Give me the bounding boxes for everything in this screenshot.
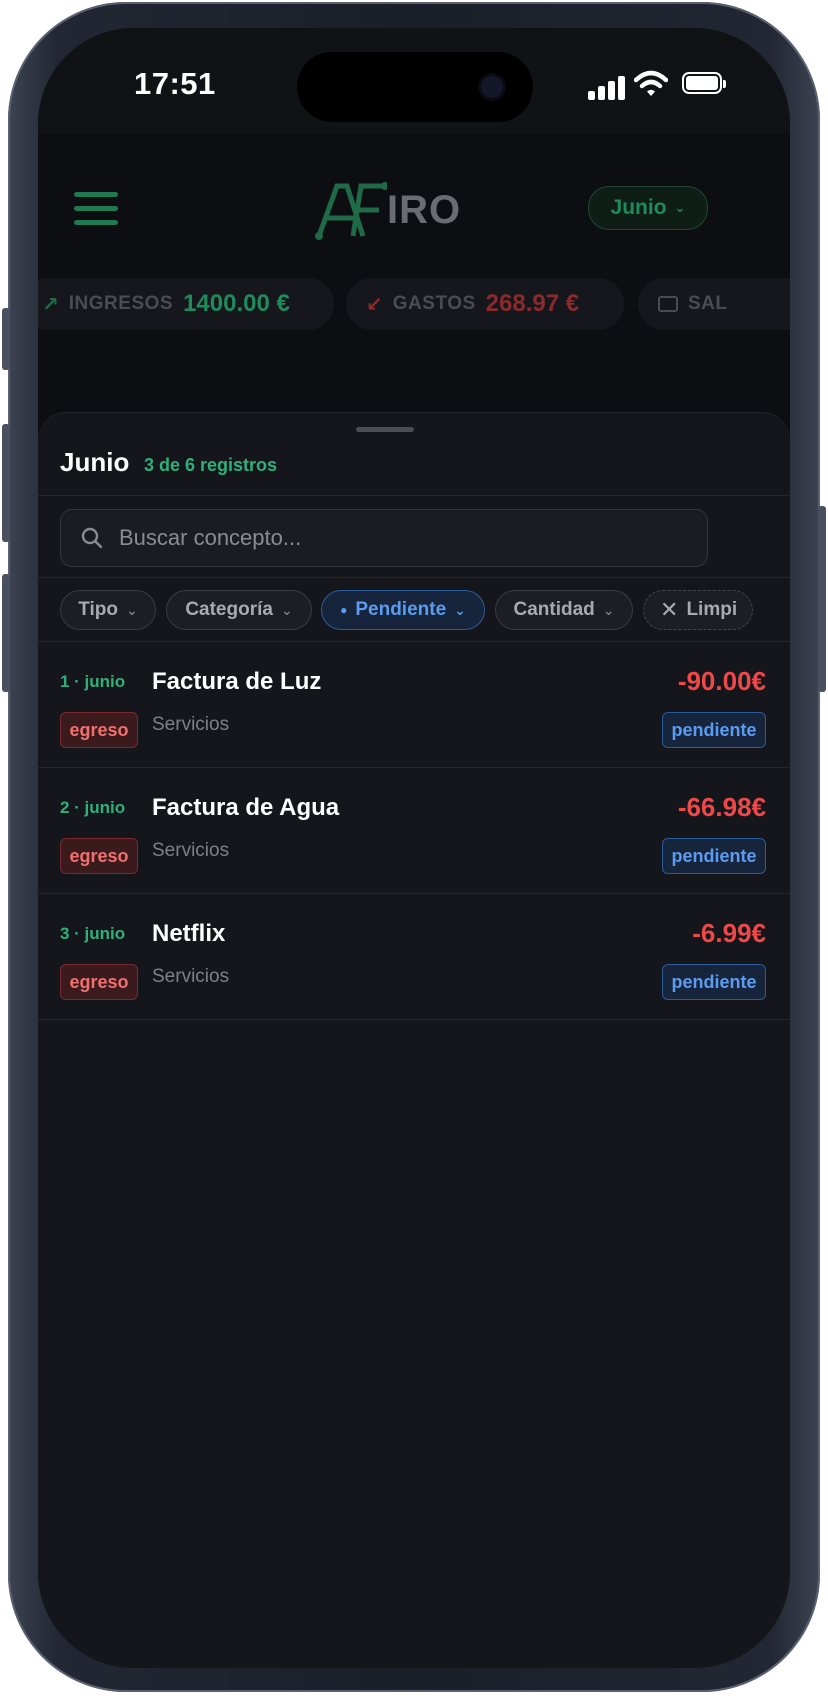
status-badge: pendiente xyxy=(662,964,766,1000)
arrow-up-right-icon: ↗ xyxy=(42,293,59,316)
sheet-grabber[interactable] xyxy=(356,427,414,432)
status-badge: pendiente xyxy=(662,712,766,748)
action-button xyxy=(2,308,10,370)
sheet-title: Junio xyxy=(60,447,130,477)
chevron-down-icon: ⌄ xyxy=(280,601,293,618)
chevron-down-icon: ⌄ xyxy=(602,601,615,618)
record-row[interactable]: 1 · junio Factura de Luz egreso Servicio… xyxy=(38,642,790,767)
screen: 17:51 IRO Junio ⌄ ↗ INGRESOS 1400.00 € ↙… xyxy=(38,28,790,1668)
filter-pendiente[interactable]: ● Pendiente ⌄ xyxy=(321,590,485,630)
wifi-icon xyxy=(634,70,668,96)
record-amount: -90.00€ xyxy=(677,666,766,696)
volume-down-button xyxy=(2,574,10,692)
clear-filters-label: Limpi xyxy=(686,599,738,620)
chevron-down-icon: ⌄ xyxy=(454,601,466,618)
app-logo: IRO xyxy=(315,178,465,242)
status-bar: 17:51 xyxy=(38,28,790,134)
record-row[interactable]: 3 · junio Netflix egreso Servicios -6.99… xyxy=(38,894,790,1019)
chevron-down-icon: ⌄ xyxy=(674,200,686,215)
battery-icon xyxy=(682,72,726,94)
stat-label: GASTOS xyxy=(392,293,476,314)
dynamic-island xyxy=(297,52,533,122)
wallet-icon xyxy=(658,296,678,312)
status-badge: pendiente xyxy=(662,838,766,874)
record-date: 1 · junio xyxy=(60,672,126,691)
power-button xyxy=(818,506,826,692)
logo-mark-icon xyxy=(315,182,387,240)
record-category: Servicios xyxy=(152,714,230,735)
record-amount: -66.98€ xyxy=(677,792,766,822)
camera-icon xyxy=(481,76,503,98)
chevron-down-icon: ⌄ xyxy=(126,601,138,618)
stat-saldo[interactable]: SAL xyxy=(638,278,790,330)
filter-label: Pendiente xyxy=(355,599,447,620)
record-concept: Factura de Agua xyxy=(152,794,340,821)
type-badge: egreso xyxy=(60,838,138,874)
logo-text: IRO xyxy=(387,188,462,232)
stat-value: 268.97 € xyxy=(485,290,580,317)
stat-value: 1400.00 € xyxy=(183,290,290,317)
filter-label: Cantidad xyxy=(513,599,595,620)
search-input[interactable] xyxy=(117,524,661,552)
search-icon xyxy=(81,527,103,549)
status-time: 17:51 xyxy=(134,66,216,101)
month-selector-label: Junio xyxy=(610,196,667,219)
cellular-signal-icon xyxy=(588,74,628,100)
record-count: 3 de 6 registros xyxy=(144,455,278,475)
record-category: Servicios xyxy=(152,840,230,861)
filter-cantidad[interactable]: Cantidad ⌄ xyxy=(495,590,633,630)
month-selector[interactable]: Junio ⌄ xyxy=(588,186,708,230)
stat-label: INGRESOS xyxy=(68,293,174,314)
record-amount: -6.99€ xyxy=(692,918,766,948)
stats-row: ↗ INGRESOS 1400.00 € ↙ GASTOS 268.97 € S… xyxy=(38,278,790,334)
clear-filters-button[interactable]: ✕ Limpi xyxy=(643,590,753,630)
active-dot-icon: ● xyxy=(340,603,348,617)
record-date: 3 · junio xyxy=(60,924,126,943)
divider xyxy=(38,1019,790,1020)
record-concept: Netflix xyxy=(152,920,226,947)
filter-chips: Tipo ⌄ Categoría ⌄ ● Pendiente ⌄ Cantida… xyxy=(60,590,760,632)
filter-label: Categoría xyxy=(185,599,273,620)
close-icon: ✕ xyxy=(660,597,679,622)
stat-label: SAL xyxy=(688,293,728,314)
record-category: Servicios xyxy=(152,966,230,987)
stat-gastos[interactable]: ↙ GASTOS 268.97 € xyxy=(346,278,624,330)
records-sheet: Junio 3 de 6 registros Tipo ⌄ Categoría … xyxy=(38,412,790,1668)
filter-categoria[interactable]: Categoría ⌄ xyxy=(166,590,312,630)
search-field[interactable] xyxy=(60,509,708,567)
volume-up-button xyxy=(2,424,10,542)
stat-ingresos[interactable]: ↗ INGRESOS 1400.00 € xyxy=(38,278,334,330)
filter-label: Tipo xyxy=(78,599,119,620)
arrow-down-left-icon: ↙ xyxy=(366,293,383,316)
type-badge: egreso xyxy=(60,712,138,748)
divider xyxy=(38,495,790,496)
type-badge: egreso xyxy=(60,964,138,1000)
record-concept: Factura de Luz xyxy=(152,668,322,695)
filter-tipo[interactable]: Tipo ⌄ xyxy=(60,590,156,630)
record-date: 2 · junio xyxy=(60,798,126,817)
hamburger-menu-icon[interactable] xyxy=(74,192,118,226)
record-row[interactable]: 2 · junio Factura de Agua egreso Servici… xyxy=(38,768,790,893)
divider xyxy=(38,577,790,578)
